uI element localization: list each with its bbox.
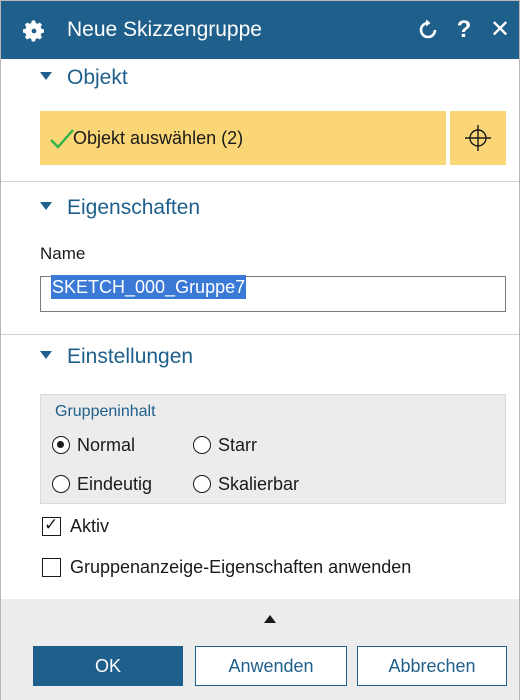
caret-down-icon (40, 351, 52, 359)
name-label: Name (40, 244, 86, 263)
section-label-properties: Eigenschaften (67, 196, 201, 219)
group-content-box: Gruppeninhalt Normal Starr Eindeutig Ska… (40, 394, 506, 504)
checkbox-label-active: Aktiv (70, 516, 110, 536)
object-select-label: Objekt auswählen (2) (73, 128, 244, 148)
radio-selected-dot (57, 441, 64, 448)
group-content-title: Gruppeninhalt (55, 403, 156, 420)
close-button[interactable]: ✕ (484, 13, 516, 47)
caret-down-icon (40, 72, 52, 80)
dialog-title: Neue Skizzengruppe (67, 18, 262, 41)
select-object-button[interactable] (450, 111, 506, 165)
reset-icon (419, 19, 437, 39)
radio-label-skalierbar: Skalierbar (218, 474, 300, 494)
title-bar: Neue Skizzengruppe ? ✕ (1, 1, 519, 59)
caret-down-icon (40, 202, 52, 210)
apply-button[interactable]: Anwenden (195, 646, 347, 686)
section-header-properties[interactable]: Eigenschaften (1, 187, 519, 231)
caret-up-icon (264, 615, 276, 623)
checkbox-label-apply-display: Gruppenanzeige-Eigenschaften anwenden (70, 557, 412, 577)
name-input[interactable]: SKETCH_000_Gruppe7 (40, 275, 506, 312)
section-label-object: Objekt (67, 66, 128, 89)
radio-label-starr: Starr (218, 435, 258, 455)
gear-icon (22, 20, 45, 42)
help-button[interactable]: ? (448, 13, 480, 47)
checkmark-icon (50, 129, 74, 149)
divider (1, 181, 519, 182)
section-header-object[interactable]: Objekt (1, 57, 519, 101)
close-icon: ✕ (489, 16, 511, 43)
name-input-value: SKETCH_000_Gruppe7 (51, 275, 247, 299)
cancel-button[interactable]: Abbrechen (357, 646, 507, 686)
section-label-settings: Einstellungen (67, 345, 194, 368)
reset-button[interactable] (412, 13, 444, 47)
object-select-row[interactable]: Objekt auswählen (2) (40, 111, 446, 165)
collapse-toggle[interactable] (1, 599, 519, 639)
checkmark-icon: ✓ (44, 515, 59, 534)
radio-label-eindeutig: Eindeutig (77, 474, 153, 494)
divider (1, 334, 519, 335)
ok-button[interactable]: OK (33, 646, 183, 686)
section-header-settings[interactable]: Einstellungen (1, 336, 519, 380)
crosshair-icon (465, 125, 491, 151)
dialog: Neue Skizzengruppe ? ✕ Objekt Objekt aus… (0, 0, 520, 700)
radio-label-normal: Normal (77, 435, 136, 455)
